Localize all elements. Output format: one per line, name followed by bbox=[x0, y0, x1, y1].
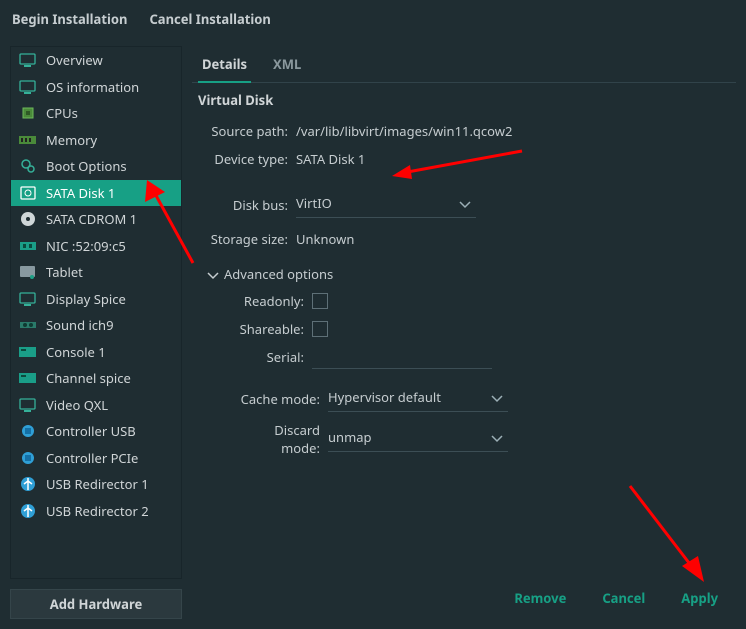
disk-bus-value: VirtIO bbox=[296, 194, 332, 212]
device-type-value: SATA Disk 1 bbox=[296, 150, 730, 168]
sidebar-item-label: SATA Disk 1 bbox=[46, 184, 115, 202]
sidebar-item-sata-cdrom-1[interactable]: SATA CDROM 1 bbox=[11, 206, 181, 233]
sidebar-item-memory[interactable]: Memory bbox=[11, 127, 181, 154]
sidebar-item-channel-spice[interactable]: Channel spice bbox=[11, 365, 181, 392]
tablet-icon bbox=[19, 265, 36, 280]
top-toolbar: Begin Installation Cancel Installation bbox=[0, 0, 746, 38]
tab-xml[interactable]: XML bbox=[269, 49, 305, 83]
monitor-icon bbox=[19, 397, 36, 412]
sidebar-item-label: Channel spice bbox=[46, 369, 131, 387]
chevron-down-icon bbox=[460, 194, 470, 212]
gears-icon bbox=[19, 159, 36, 174]
begin-installation-button[interactable]: Begin Installation bbox=[12, 10, 127, 28]
chevron-down-icon bbox=[492, 388, 502, 406]
sidebar-item-usb-redirector-1[interactable]: USB Redirector 1 bbox=[11, 471, 181, 498]
details-pane: Virtual Disk Source path: /var/lib/libvi… bbox=[192, 83, 736, 579]
advanced-options-expander[interactable]: Advanced options bbox=[208, 265, 730, 283]
cdrom-icon bbox=[19, 212, 36, 227]
sidebar-item-video-qxl[interactable]: Video QXL bbox=[11, 392, 181, 419]
sidebar-item-overview[interactable]: Overview bbox=[11, 47, 181, 74]
storage-size-value: Unknown bbox=[296, 230, 730, 248]
cache-mode-label: Cache mode: bbox=[236, 390, 328, 408]
monitor-icon bbox=[19, 291, 36, 306]
memory-icon bbox=[19, 132, 36, 147]
tab-bar: Details XML bbox=[192, 46, 736, 83]
cache-mode-dropdown[interactable]: Hypervisor default bbox=[328, 386, 508, 412]
sidebar-item-nic-52-09-c5[interactable]: NIC :52:09:c5 bbox=[11, 233, 181, 260]
controller-icon bbox=[19, 424, 36, 439]
sidebar-item-label: OS information bbox=[46, 78, 139, 96]
sidebar-item-sata-disk-1[interactable]: SATA Disk 1 bbox=[11, 180, 181, 207]
source-path-label: Source path: bbox=[208, 122, 296, 140]
disk-bus-dropdown[interactable]: VirtIO bbox=[296, 192, 476, 218]
cancel-installation-button[interactable]: Cancel Installation bbox=[149, 10, 270, 28]
console-icon bbox=[19, 344, 36, 359]
sidebar-item-label: Memory bbox=[46, 131, 97, 149]
usb-icon bbox=[19, 477, 36, 492]
monitor-icon bbox=[19, 79, 36, 94]
nic-icon bbox=[19, 238, 36, 253]
cache-mode-value: Hypervisor default bbox=[328, 388, 441, 406]
storage-size-label: Storage size: bbox=[208, 230, 296, 248]
sidebar-item-label: CPUs bbox=[46, 104, 78, 122]
hardware-list: Overview OS information CPUs Memory Boot Opt… bbox=[10, 46, 182, 579]
sidebar-item-label: Video QXL bbox=[46, 396, 108, 414]
serial-label: Serial: bbox=[236, 348, 312, 366]
advanced-options-label: Advanced options bbox=[224, 265, 333, 283]
sidebar-item-sound-ich9[interactable]: Sound ich9 bbox=[11, 312, 181, 339]
sidebar-item-console-1[interactable]: Console 1 bbox=[11, 339, 181, 366]
sidebar-item-label: Controller USB bbox=[46, 422, 136, 440]
sidebar-item-controller-pcie[interactable]: Controller PCIe bbox=[11, 445, 181, 472]
disk-icon bbox=[19, 185, 36, 200]
monitor-icon bbox=[19, 53, 36, 68]
shareable-checkbox[interactable] bbox=[312, 321, 328, 337]
shareable-label: Shareable: bbox=[236, 320, 312, 338]
sidebar-item-controller-usb[interactable]: Controller USB bbox=[11, 418, 181, 445]
sidebar-item-label: USB Redirector 2 bbox=[46, 502, 149, 520]
sidebar: Overview OS information CPUs Memory Boot Opt… bbox=[10, 46, 182, 619]
apply-button[interactable]: Apply bbox=[681, 589, 718, 607]
sidebar-item-label: Controller PCIe bbox=[46, 449, 138, 467]
sidebar-item-tablet[interactable]: Tablet bbox=[11, 259, 181, 286]
sidebar-item-label: Tablet bbox=[46, 263, 83, 281]
console-icon bbox=[19, 371, 36, 386]
sidebar-item-usb-redirector-2[interactable]: USB Redirector 2 bbox=[11, 498, 181, 525]
sidebar-item-label: USB Redirector 1 bbox=[46, 475, 149, 493]
sidebar-item-label: Display Spice bbox=[46, 290, 126, 308]
sidebar-item-os-information[interactable]: OS information bbox=[11, 74, 181, 101]
cpu-icon bbox=[19, 106, 36, 121]
chevron-down-icon bbox=[492, 428, 502, 446]
discard-mode-label: Discard mode: bbox=[236, 421, 328, 457]
disk-bus-label: Disk bus: bbox=[208, 196, 296, 214]
add-hardware-button[interactable]: Add Hardware bbox=[10, 589, 182, 619]
remove-button[interactable]: Remove bbox=[514, 589, 566, 607]
source-path-value: /var/lib/libvirt/images/win11.qcow2 bbox=[296, 122, 730, 140]
sound-icon bbox=[19, 318, 36, 333]
sidebar-item-boot-options[interactable]: Boot Options bbox=[11, 153, 181, 180]
sidebar-item-display-spice[interactable]: Display Spice bbox=[11, 286, 181, 313]
sidebar-item-label: Console 1 bbox=[46, 343, 106, 361]
cancel-button[interactable]: Cancel bbox=[602, 589, 645, 607]
tab-details[interactable]: Details bbox=[198, 49, 251, 83]
sidebar-item-label: SATA CDROM 1 bbox=[46, 210, 137, 228]
sidebar-item-label: Boot Options bbox=[46, 157, 127, 175]
serial-input[interactable] bbox=[312, 345, 492, 369]
readonly-checkbox[interactable] bbox=[312, 293, 328, 309]
sidebar-item-label: Overview bbox=[46, 51, 103, 69]
chevron-down-icon bbox=[208, 265, 218, 283]
readonly-label: Readonly: bbox=[236, 292, 312, 310]
discard-mode-dropdown[interactable]: unmap bbox=[328, 426, 508, 452]
sidebar-item-label: NIC :52:09:c5 bbox=[46, 237, 126, 255]
section-title: Virtual Disk bbox=[198, 91, 730, 109]
main-panel: Details XML Virtual Disk Source path: /va… bbox=[192, 46, 736, 619]
action-footer: Remove Cancel Apply bbox=[192, 579, 736, 619]
sidebar-item-label: Sound ich9 bbox=[46, 316, 114, 334]
discard-mode-value: unmap bbox=[328, 428, 372, 446]
sidebar-item-cpus[interactable]: CPUs bbox=[11, 100, 181, 127]
controller-icon bbox=[19, 450, 36, 465]
device-type-label: Device type: bbox=[208, 150, 296, 168]
usb-icon bbox=[19, 503, 36, 518]
